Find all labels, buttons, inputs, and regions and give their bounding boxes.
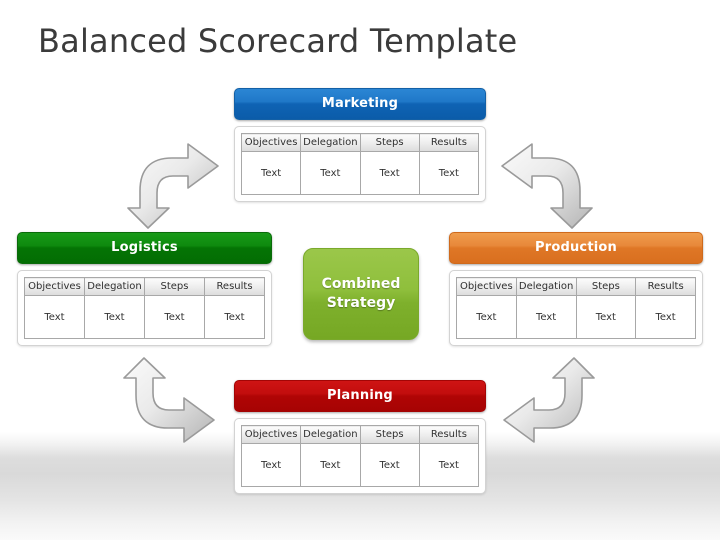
- cell-delegation[interactable]: Text: [84, 295, 145, 339]
- column-header-delegation: Delegation: [515, 277, 577, 296]
- bent-arrow-icon: [501, 143, 593, 229]
- column-header-objectives: Objectives: [24, 277, 85, 296]
- page-title: Balanced Scorecard Template: [38, 22, 518, 60]
- cell-delegation[interactable]: Text: [515, 295, 577, 339]
- cell-objectives[interactable]: Text: [240, 443, 302, 487]
- table-header-row: Objectives Delegation Steps Results: [456, 277, 696, 296]
- cell-steps[interactable]: Text: [359, 443, 420, 487]
- column-header-delegation: Delegation: [300, 133, 361, 152]
- column-header-steps: Steps: [575, 277, 637, 296]
- scorecard-table-logistics: Objectives Delegation Steps Results Text…: [24, 277, 265, 339]
- cell-objectives[interactable]: Text: [240, 151, 302, 195]
- cell-results[interactable]: Text: [635, 295, 696, 339]
- column-header-delegation: Delegation: [84, 277, 145, 296]
- cell-objectives[interactable]: Text: [456, 295, 517, 339]
- column-header-results: Results: [635, 277, 696, 296]
- column-header-results: Results: [418, 425, 480, 444]
- table-header-row: Objectives Delegation Steps Results: [240, 133, 480, 152]
- cell-steps[interactable]: Text: [144, 295, 205, 339]
- table-row: Text Text Text Text: [240, 151, 480, 195]
- cell-delegation[interactable]: Text: [300, 151, 361, 195]
- panel-logistics-frame: Objectives Delegation Steps Results Text…: [17, 270, 272, 346]
- column-header-objectives: Objectives: [240, 133, 302, 152]
- table-row: Text Text Text Text: [24, 295, 265, 339]
- panel-marketing[interactable]: Marketing Objectives Delegation Steps Re…: [234, 88, 486, 202]
- bent-arrow-icon: [123, 357, 215, 443]
- table-header-row: Objectives Delegation Steps Results: [24, 277, 265, 296]
- column-header-objectives: Objectives: [456, 277, 517, 296]
- column-header-objectives: Objectives: [240, 425, 302, 444]
- bent-arrow-icon: [503, 357, 595, 443]
- cell-steps[interactable]: Text: [359, 151, 420, 195]
- column-header-results: Results: [418, 133, 480, 152]
- arrow-bottom-left: [122, 356, 222, 448]
- panel-logistics[interactable]: Logistics Objectives Delegation Steps Re…: [17, 232, 272, 346]
- table-header-row: Objectives Delegation Steps Results: [240, 425, 480, 444]
- cell-results[interactable]: Text: [418, 443, 480, 487]
- slide-canvas: Balanced Scorecard Template Marketing Ob…: [0, 0, 720, 540]
- table-row: Text Text Text Text: [240, 443, 480, 487]
- panel-marketing-frame: Objectives Delegation Steps Results Text…: [234, 126, 486, 202]
- panel-planning-frame: Objectives Delegation Steps Results Text…: [234, 418, 486, 494]
- column-header-results: Results: [204, 277, 265, 296]
- scorecard-table-marketing: Objectives Delegation Steps Results Text…: [240, 133, 480, 195]
- column-header-steps: Steps: [359, 425, 420, 444]
- column-header-steps: Steps: [359, 133, 420, 152]
- panel-production-frame: Objectives Delegation Steps Results Text…: [449, 270, 703, 346]
- cell-results[interactable]: Text: [204, 295, 265, 339]
- combined-strategy-tile[interactable]: Combined Strategy: [303, 248, 419, 340]
- panel-production[interactable]: Production Objectives Delegation Steps R…: [449, 232, 703, 346]
- bent-arrow-icon: [127, 143, 219, 229]
- table-row: Text Text Text Text: [456, 295, 696, 339]
- cell-results[interactable]: Text: [418, 151, 480, 195]
- scorecard-table-planning: Objectives Delegation Steps Results Text…: [240, 425, 480, 487]
- arrow-top-right: [494, 138, 594, 230]
- combined-strategy-label: Combined Strategy: [322, 275, 401, 313]
- panel-marketing-header[interactable]: Marketing: [234, 88, 486, 120]
- cell-steps[interactable]: Text: [575, 295, 637, 339]
- panel-production-header[interactable]: Production: [449, 232, 703, 264]
- column-header-delegation: Delegation: [300, 425, 361, 444]
- arrow-bottom-right: [496, 356, 596, 448]
- cell-delegation[interactable]: Text: [300, 443, 361, 487]
- panel-planning-header[interactable]: Planning: [234, 380, 486, 412]
- panel-planning[interactable]: Planning Objectives Delegation Steps Res…: [234, 380, 486, 494]
- panel-logistics-header[interactable]: Logistics: [17, 232, 272, 264]
- column-header-steps: Steps: [144, 277, 205, 296]
- combined-strategy-line2: Strategy: [326, 295, 396, 311]
- scorecard-table-production: Objectives Delegation Steps Results Text…: [456, 277, 696, 339]
- arrow-top-left: [126, 138, 226, 230]
- cell-objectives[interactable]: Text: [24, 295, 85, 339]
- combined-strategy-line1: Combined: [321, 276, 401, 292]
